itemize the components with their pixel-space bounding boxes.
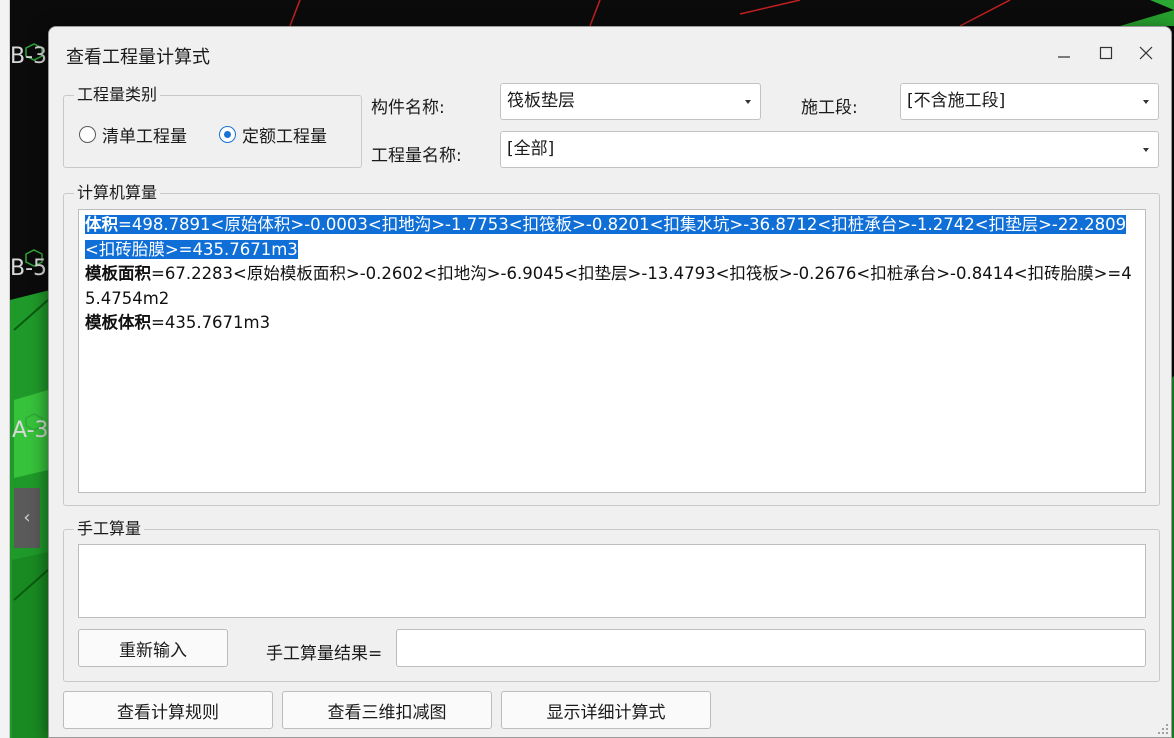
calc-line-formwork-area: 模板面积=67.2283<原始模板面积>-0.2602<扣地沟>-6.9045<…: [85, 262, 1139, 311]
calc-line-volume: 体积=498.7891<原始体积>-0.0003<扣地沟>-1.7753<扣筏板…: [85, 213, 1139, 262]
dropdown-arrow-icon: [1143, 100, 1149, 104]
calc-line-name: 体积: [85, 215, 118, 234]
computer-calc-textarea[interactable]: 体积=498.7891<原始体积>-0.0003<扣地沟>-1.7753<扣筏板…: [78, 209, 1146, 493]
axis-label-b3: B-3: [10, 44, 48, 69]
construction-stage-value: [不含施工段]: [907, 91, 1006, 111]
close-icon: [1139, 46, 1153, 60]
calc-line-name: 模板体积: [85, 313, 151, 332]
computer-calc-label: 计算机算量: [74, 183, 161, 203]
side-panel-strip: [0, 0, 10, 738]
title-bar[interactable]: 查看工程量计算式: [49, 27, 1171, 79]
radio-bill-quantity-label: 清单工程量: [102, 127, 187, 147]
view-3d-deduction-button[interactable]: 查看三维扣减图: [282, 691, 492, 729]
dropdown-arrow-icon: [745, 100, 751, 104]
show-detailed-formula-button[interactable]: 显示详细计算式: [501, 691, 711, 729]
manual-calc-label: 手工算量: [74, 519, 145, 539]
quantity-name-value: [全部]: [507, 139, 555, 159]
calc-line-name: 模板面积: [85, 264, 151, 283]
radio-quota-quantity[interactable]: 定额工程量: [219, 122, 327, 147]
dropdown-arrow-icon: [1143, 148, 1149, 152]
quantity-category-group: 工程量类别 清单工程量 定额工程量: [63, 85, 362, 168]
axis-label-b5: B-5: [10, 256, 48, 281]
maximize-icon: [1099, 46, 1113, 60]
minimize-icon: [1058, 56, 1070, 58]
component-name-select[interactable]: 筏板垫层: [500, 83, 761, 120]
calc-line-formula: =67.2283<原始模板面积>-0.2602<扣地沟>-6.9045<扣垫层>…: [85, 264, 1132, 308]
reenter-button[interactable]: 重新输入: [78, 629, 228, 667]
component-name-label: 构件名称:: [371, 98, 445, 118]
manual-result-input[interactable]: [396, 629, 1146, 667]
calc-line-formula: =498.7891<原始体积>-0.0003<扣地沟>-1.7753<扣筏板>-…: [85, 215, 1127, 259]
quantity-category-label: 工程量类别: [74, 85, 161, 105]
quantity-name-label: 工程量名称:: [371, 146, 462, 166]
calc-line-formwork-volume: 模板体积=435.7671m3: [85, 311, 1139, 336]
computer-calc-group: 计算机算量 体积=498.7891<原始体积>-0.0003<扣地沟>-1.77…: [63, 183, 1160, 506]
manual-result-label: 手工算量结果=: [266, 644, 383, 664]
manual-calc-group: 手工算量 重新输入 手工算量结果=: [63, 519, 1160, 682]
view-calc-rules-button[interactable]: 查看计算规则: [63, 691, 273, 729]
axis-label-a3: A-3: [12, 418, 49, 443]
radio-selected-icon: [219, 126, 236, 143]
radio-bill-quantity[interactable]: 清单工程量: [79, 122, 187, 147]
radio-quota-quantity-label: 定额工程量: [242, 127, 327, 147]
component-name-value: 筏板垫层: [507, 91, 575, 111]
minimize-button[interactable]: [1047, 39, 1081, 67]
selected-text: 体积=498.7891<原始体积>-0.0003<扣地沟>-1.7753<扣筏板…: [85, 215, 1127, 259]
radio-circle-icon: [79, 126, 96, 143]
manual-calc-textarea[interactable]: [78, 544, 1146, 618]
construction-stage-select[interactable]: [不含施工段]: [900, 83, 1159, 120]
quantity-name-select[interactable]: [全部]: [500, 131, 1159, 168]
construction-stage-label: 施工段:: [801, 98, 858, 118]
calc-line-formula: =435.7671m3: [151, 313, 271, 332]
collapse-tab[interactable]: ‹: [14, 488, 40, 548]
close-button[interactable]: [1129, 39, 1163, 67]
resize-grip-icon[interactable]: [1157, 723, 1169, 735]
maximize-button[interactable]: [1089, 39, 1123, 67]
dialog-title: 查看工程量计算式: [66, 47, 210, 68]
quantity-formula-dialog: 查看工程量计算式 工程量类别 清单工程量 定额工程量 构件名称: 筏板垫层 施工…: [48, 26, 1172, 738]
